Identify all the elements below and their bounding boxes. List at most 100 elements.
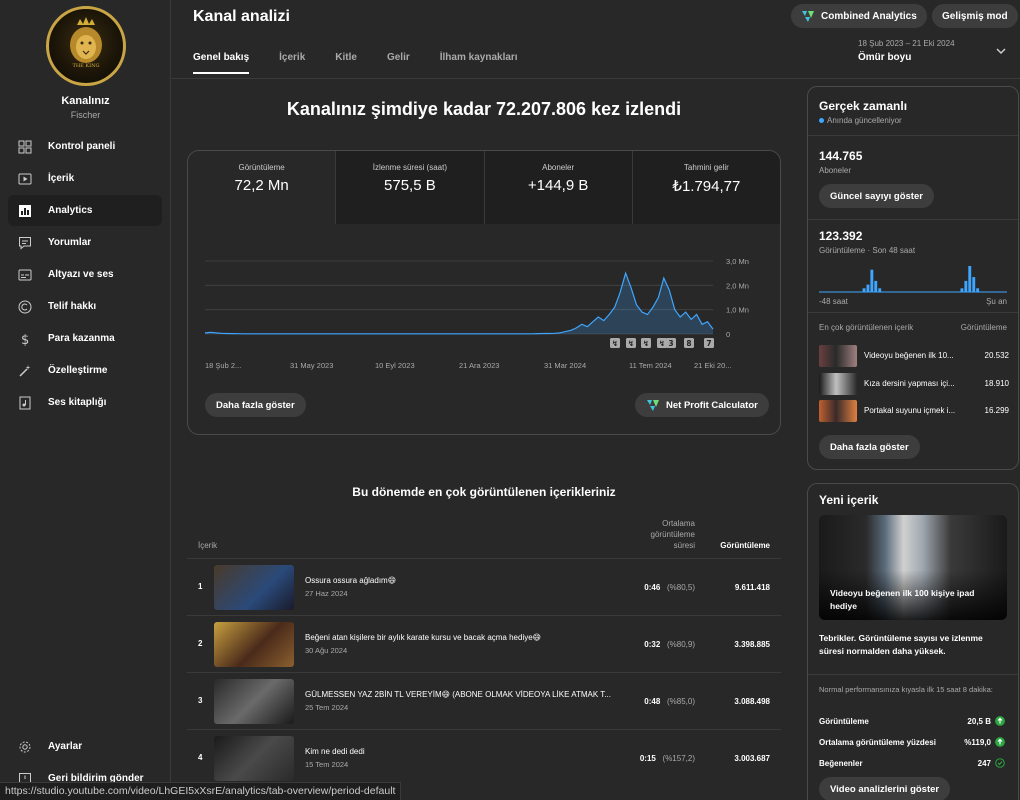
tab-overview[interactable]: Genel bakış	[193, 52, 250, 74]
realtime-views-label: Görüntüleme · Son 48 saat	[819, 246, 916, 255]
show-more-label: Daha fazla göster	[216, 399, 295, 411]
video-title[interactable]: Beğeni atan kişilere bir aylık karate ku…	[305, 633, 625, 642]
video-title[interactable]: GÜLMESSEN YAZ 2BİN TL VEREYİM😄 (ABONE OL…	[305, 690, 625, 699]
tab-audience[interactable]: Kitle	[335, 52, 357, 74]
event-marker-label: ↯	[612, 339, 618, 348]
realtime-top-item[interactable]: Kıza dersini yapması içi... 18.910	[819, 373, 1009, 395]
divider	[808, 219, 1018, 220]
tab-content[interactable]: İçerik	[279, 52, 305, 74]
video-thumbnail[interactable]	[214, 679, 294, 724]
axis-left-label: -48 saat	[819, 297, 848, 306]
row-index: 2	[198, 639, 203, 648]
sidebar-item-audio-library[interactable]: Ses kitaplığı	[8, 387, 162, 418]
realtime-bar[interactable]	[976, 288, 980, 292]
channel-avatar[interactable]: THE KING	[46, 6, 126, 86]
views-chart[interactable]: 3,0 Mn2,0 Mn1,0 Mn0↯ ↯ ↯ ↯ 3 8 718 Şub 2... 31 …	[188, 224, 781, 384]
views-count: 18.910	[984, 379, 1009, 388]
realtime-bar[interactable]	[972, 277, 976, 292]
realtime-bar[interactable]	[960, 288, 964, 292]
x-tick-label: 10 Eyl 2023	[375, 361, 415, 370]
sidebar-item-monetization[interactable]: $ Para kazanma	[8, 323, 162, 354]
realtime-subs-value: 144.765	[819, 149, 863, 163]
video-title[interactable]: Ossura ossura ağladım😄	[305, 576, 625, 585]
realtime-title: Gerçek zamanlı	[819, 99, 908, 113]
sidebar-item-label: Telif hakkı	[48, 301, 97, 312]
audio-library-icon	[19, 396, 31, 409]
video-title: Portakal suyunu içmek i...	[864, 406, 956, 415]
video-date: 27 Haz 2024	[305, 589, 348, 598]
avg-duration-pct: (%80,9)	[666, 640, 695, 649]
metric-revenue[interactable]: Tahmini gelir ₺1.794,77	[632, 151, 780, 224]
sidebar-item-dashboard[interactable]: Kontrol paneli	[8, 131, 162, 162]
sidebar-item-label: Yorumlar	[48, 237, 92, 248]
col-header-views[interactable]: Görüntüleme	[697, 541, 770, 550]
sidebar-item-label: Ayarlar	[48, 741, 83, 752]
video-thumbnail[interactable]	[214, 622, 294, 667]
net-profit-calculator-button[interactable]: Net Profit Calculator	[635, 393, 769, 417]
advanced-mode-button[interactable]: Gelişmiş mod	[932, 4, 1018, 28]
stat-value: %119,0	[964, 738, 991, 747]
date-period-label[interactable]: Ömür boyu	[858, 52, 911, 63]
metric-views[interactable]: Görüntüleme 72,2 Mn	[188, 151, 337, 224]
net-profit-label: Net Profit Calculator	[666, 399, 758, 411]
video-thumbnail[interactable]	[214, 736, 294, 781]
chevron-down-icon[interactable]	[995, 46, 1007, 56]
stat-label: Beğenenler	[819, 759, 863, 768]
realtime-bar[interactable]	[866, 284, 870, 292]
metric-watch-time[interactable]: İzlenme süresi (saat) 575,5 B	[336, 151, 485, 224]
realtime-top-item[interactable]: Videoyu beğenen ilk 10... 20.532	[819, 345, 1009, 367]
video-thumbnail[interactable]	[214, 565, 294, 610]
comments-icon	[19, 236, 31, 250]
realtime-bar[interactable]	[968, 266, 972, 292]
calculator-icon	[647, 400, 659, 411]
video-title: Videoyu beğenen ilk 10...	[864, 351, 954, 360]
views-count: 3.003.687	[734, 754, 770, 763]
arrow-up-icon	[995, 716, 1005, 726]
table-row[interactable]: 2 Beğeni atan kişilere bir aylık karate …	[187, 615, 781, 672]
total-views-headline: Kanalınız şimdiye kadar 72.207.806 kez i…	[286, 99, 682, 119]
video-date: 30 Ağu 2024	[305, 646, 348, 655]
new-video-thumbnail[interactable]: Videoyu beğenen ilk 100 kişiye ipad hedi…	[819, 515, 1007, 620]
show-live-count-button[interactable]: Güncel sayıyı göster	[819, 184, 934, 208]
combined-analytics-label: Combined Analytics	[821, 10, 917, 22]
channel-name: Kanalınız	[61, 95, 110, 107]
avg-duration: 0:32 (%80,9)	[605, 640, 695, 649]
table-row[interactable]: 4 Kim ne dedi dedi 15 Tem 2024 0:15 (%15…	[187, 729, 781, 786]
realtime-show-more-button[interactable]: Daha fazla göster	[819, 435, 920, 459]
combined-analytics-button[interactable]: Combined Analytics	[791, 4, 927, 28]
sidebar-item-content[interactable]: İçerik	[8, 163, 162, 194]
sidebar-item-subtitles[interactable]: Altyazı ve ses	[8, 259, 162, 290]
metric-value: 72,2 Mn	[234, 177, 289, 194]
sidebar-item-label: Kontrol paneli	[48, 141, 116, 152]
tab-inspiration[interactable]: İlham kaynakları	[440, 52, 518, 74]
realtime-bar[interactable]	[862, 288, 866, 292]
tab-revenue[interactable]: Gelir	[387, 52, 410, 74]
show-more-button[interactable]: Daha fazla göster	[205, 393, 306, 417]
sidebar-item-copyright[interactable]: Telif hakkı	[8, 291, 162, 322]
channel-handle: Fischer	[70, 110, 101, 120]
video-title[interactable]: Kim ne dedi dedi	[305, 747, 625, 756]
metric-label: Görüntüleme	[238, 163, 285, 172]
congrats-text: Tebrikler. Görüntüleme sayısı ve izlenme…	[819, 633, 983, 656]
divider	[808, 135, 1018, 136]
sidebar-item-analytics[interactable]: Analytics	[8, 195, 162, 226]
show-video-analytics-button[interactable]: Video analizlerini göster	[819, 777, 951, 800]
divider	[808, 312, 1018, 313]
sidebar-item-comments[interactable]: Yorumlar	[8, 227, 162, 258]
realtime-bar[interactable]	[878, 288, 882, 292]
realtime-views-bars[interactable]	[819, 265, 1007, 293]
new-content-panel: Yeni içerik Videoyu beğenen ilk 100 kişi…	[807, 483, 1019, 800]
table-row[interactable]: 1 Ossura ossura ağladım😄 27 Haz 2024 0:4…	[187, 558, 781, 615]
realtime-bar[interactable]	[964, 280, 968, 292]
metric-subscribers[interactable]: Aboneler +144,9 B	[484, 151, 633, 224]
event-marker-label: 3	[668, 339, 673, 348]
advanced-mode-label: Gelişmiş mod	[942, 10, 1008, 22]
realtime-top-item[interactable]: Portakal suyunu içmek i... 16.299	[819, 400, 1009, 422]
table-row[interactable]: 3 GÜLMESSEN YAZ 2BİN TL VEREYİM😄 (ABONE …	[187, 672, 781, 729]
realtime-bar[interactable]	[874, 280, 878, 292]
row-index: 1	[198, 582, 203, 591]
realtime-bar[interactable]	[870, 269, 874, 292]
new-content-title: Yeni içerik	[819, 493, 879, 507]
sidebar-item-settings[interactable]: Ayarlar	[8, 731, 162, 762]
sidebar-item-customization[interactable]: Özelleştirme	[8, 355, 162, 386]
